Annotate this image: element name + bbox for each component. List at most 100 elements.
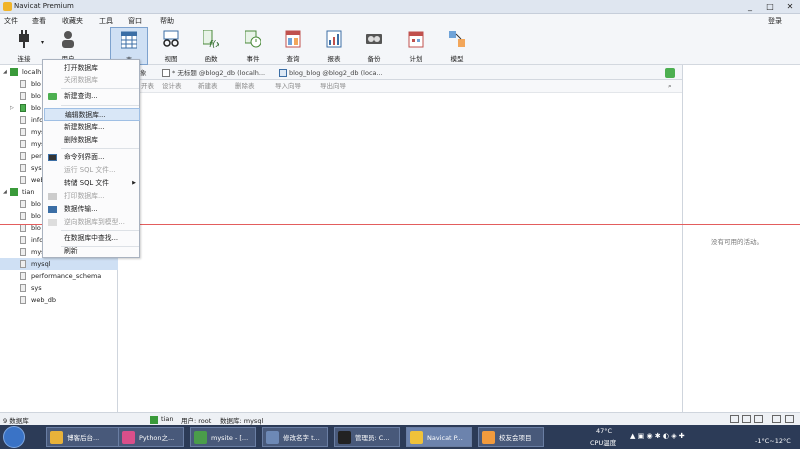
menu-file[interactable]: 文件 bbox=[4, 16, 18, 26]
tree-label: blo bbox=[31, 104, 41, 112]
menu-edit-database[interactable]: 编辑数据库... bbox=[44, 108, 140, 121]
menu-tools[interactable]: 工具 bbox=[99, 16, 113, 26]
navicat-icon bbox=[410, 431, 423, 444]
start-button[interactable] bbox=[3, 426, 25, 448]
function-button[interactable]: f(x) 函数 bbox=[195, 27, 227, 65]
close-button[interactable]: ✕ bbox=[780, 1, 800, 12]
login-link[interactable]: 登录 bbox=[768, 16, 782, 26]
list-view-icon[interactable] bbox=[730, 415, 739, 423]
menu-run-sql-file[interactable]: 运行 SQL 文件... bbox=[44, 164, 140, 177]
collapse-arrow-icon[interactable]: ▷ bbox=[10, 102, 14, 114]
backup-button[interactable]: 备份 bbox=[358, 27, 390, 65]
menu-window[interactable]: 窗口 bbox=[128, 16, 142, 26]
menu-data-transfer[interactable]: 数据传输... bbox=[44, 203, 140, 216]
detail-view-icon[interactable] bbox=[742, 415, 751, 423]
menu-new-database[interactable]: 新建数据库... bbox=[44, 121, 140, 134]
menu-print-database[interactable]: 打印数据库... bbox=[44, 190, 140, 203]
menu-refresh[interactable]: 刷新 bbox=[44, 245, 140, 258]
tool-label: 视图 bbox=[164, 55, 178, 63]
expand-arrow-icon[interactable]: ◢ bbox=[3, 66, 7, 78]
search-icon[interactable]: ⌕ bbox=[668, 81, 672, 92]
tree-label: sys bbox=[31, 284, 42, 292]
tree-label: blo bbox=[31, 200, 41, 208]
db-status-icon[interactable] bbox=[665, 68, 675, 78]
table-icon bbox=[121, 31, 137, 49]
windows-taskbar: 博客后台... Python之... mysite - [... 修改名字 t.… bbox=[0, 425, 800, 449]
expand-arrow-icon[interactable]: ◢ bbox=[3, 186, 7, 198]
user-icon bbox=[62, 31, 74, 48]
taskbar-item[interactable]: mysite - [... bbox=[190, 427, 256, 447]
event-button[interactable]: 事件 bbox=[237, 27, 269, 65]
tree-database-selected[interactable]: mysql bbox=[0, 258, 118, 270]
design-table-button[interactable]: 设计表 bbox=[162, 81, 182, 92]
menu-view[interactable]: 查看 bbox=[32, 16, 46, 26]
menu-delete-database[interactable]: 删除数据库 bbox=[44, 134, 140, 147]
menu-label: 数据传输... bbox=[64, 205, 98, 213]
connection-button[interactable]: 连接 bbox=[8, 27, 40, 65]
report-icon bbox=[326, 30, 342, 48]
new-table-button[interactable]: 新建表 bbox=[198, 81, 218, 92]
database-icon bbox=[20, 212, 26, 220]
menu-separator bbox=[61, 230, 139, 231]
panel-toggle-icon[interactable] bbox=[772, 415, 781, 423]
chevron-down-icon[interactable]: ▾ bbox=[41, 39, 44, 46]
tab-objects[interactable]: 象 bbox=[140, 67, 147, 79]
browser-icon bbox=[122, 431, 135, 444]
svg-text:f(x): f(x) bbox=[209, 40, 219, 48]
view-button[interactable]: 视图 bbox=[155, 27, 187, 65]
menu-dump-sql-file[interactable]: 转储 SQL 文件 ▶ bbox=[44, 177, 140, 190]
menu-command-line[interactable]: 命令列界面... bbox=[44, 151, 140, 164]
database-icon bbox=[20, 116, 26, 124]
model-small-icon bbox=[48, 219, 57, 226]
menu-new-query[interactable]: 新建查询... bbox=[44, 90, 140, 103]
tab-untitled-query[interactable]: * 无标题 @blog2_db (localh... bbox=[162, 67, 265, 79]
menu-find-in-database[interactable]: 在数据库中查找... bbox=[44, 232, 140, 245]
tree-database[interactable]: web_db bbox=[0, 294, 118, 306]
menu-help[interactable]: 帮助 bbox=[160, 16, 174, 26]
taskbar-item[interactable]: 修改名字 t... bbox=[262, 427, 328, 447]
report-button[interactable]: 报表 bbox=[318, 27, 350, 65]
object-content-area[interactable] bbox=[118, 93, 682, 412]
tree-label: localh bbox=[22, 68, 42, 76]
grid-view-icon[interactable] bbox=[754, 415, 763, 423]
menu-favorites[interactable]: 收藏夹 bbox=[62, 16, 83, 26]
delete-table-button[interactable]: 删除表 bbox=[235, 81, 255, 92]
import-wizard-button[interactable]: 导入向导 bbox=[275, 81, 301, 92]
tab-blog-blog[interactable]: blog_blog @blog2_db (loca... bbox=[279, 67, 383, 79]
context-menu: 打开数据库 关闭数据库 新建查询... 编辑数据库... 新建数据库... 删除… bbox=[42, 59, 140, 258]
tree-database[interactable]: performance_schema bbox=[0, 270, 118, 282]
taskbar-item[interactable]: 管理员: C... bbox=[334, 427, 400, 447]
taskbar-item[interactable]: Python之... bbox=[118, 427, 184, 447]
database-icon bbox=[20, 140, 26, 148]
maximize-button[interactable]: □ bbox=[760, 1, 780, 12]
menu-label: 打印数据库... bbox=[64, 192, 105, 200]
open-table-button[interactable]: 开表 bbox=[141, 81, 154, 92]
plug-icon bbox=[19, 30, 29, 48]
navicat-logo-icon bbox=[3, 2, 12, 11]
app-icon bbox=[482, 431, 495, 444]
export-wizard-button[interactable]: 导出向导 bbox=[320, 81, 346, 92]
table-tab-icon bbox=[279, 69, 287, 77]
taskbar-item[interactable]: 校友会项目 bbox=[478, 427, 544, 447]
info-panel-toggle-icon[interactable] bbox=[785, 415, 794, 423]
tool-label: 函数 bbox=[204, 55, 218, 63]
status-connection: tian bbox=[161, 415, 174, 423]
tray-icons[interactable]: ▲ ▣ ◉ ✱ ◐ ◈ ✚ bbox=[630, 432, 685, 440]
model-button[interactable]: 模型 bbox=[441, 27, 473, 65]
task-label: 管理员: C... bbox=[355, 434, 390, 442]
menu-label: 逆向数据库到模型... bbox=[64, 218, 125, 226]
model-icon bbox=[449, 31, 465, 47]
menu-reverse-to-model[interactable]: 逆向数据库到模型... bbox=[44, 216, 140, 229]
tree-database[interactable]: sys bbox=[0, 282, 118, 294]
tree-label: blo bbox=[31, 92, 41, 100]
schedule-button[interactable]: 计划 bbox=[400, 27, 432, 65]
database-icon bbox=[20, 128, 26, 136]
query-tab-icon bbox=[162, 69, 170, 77]
minimize-button[interactable]: _ bbox=[740, 1, 760, 12]
console-icon bbox=[48, 154, 57, 161]
tool-label: 连接 bbox=[17, 55, 31, 63]
task-label: 博客后台... bbox=[67, 434, 100, 442]
menu-close-database[interactable]: 关闭数据库 bbox=[44, 74, 140, 87]
query-button[interactable]: 查询 bbox=[277, 27, 309, 65]
taskbar-item-active[interactable]: Navicat P... bbox=[406, 427, 472, 447]
